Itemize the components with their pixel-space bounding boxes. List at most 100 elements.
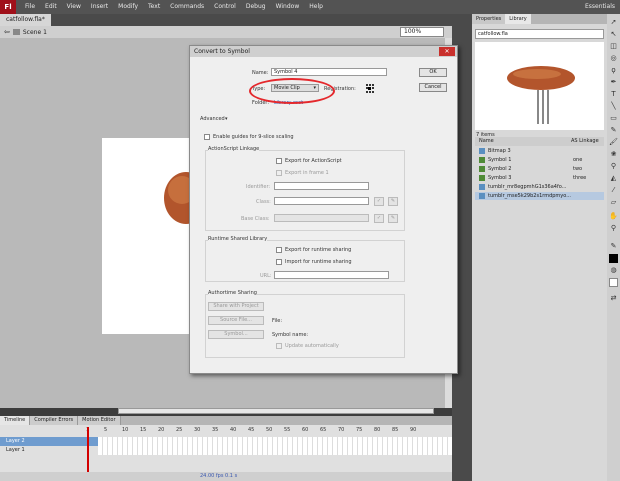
export-runtime-checkbox[interactable] — [276, 247, 282, 253]
menu-file[interactable]: File — [20, 0, 40, 14]
ruler-mark: 90 — [410, 427, 417, 433]
url-input[interactable] — [274, 271, 389, 279]
swap-colors-icon[interactable]: ⇄ — [609, 294, 618, 303]
eraser-tool-icon[interactable]: ▱ — [609, 198, 618, 207]
library-file-select[interactable]: catfollow.fla — [475, 29, 604, 39]
zoom-select[interactable]: 100% — [400, 27, 444, 37]
brush-tool-icon[interactable]: 🖌 — [609, 138, 618, 147]
base-class-input[interactable] — [274, 214, 369, 222]
menu-commands[interactable]: Commands — [165, 0, 209, 14]
ruler-mark: 80 — [374, 427, 381, 433]
eyedropper-tool-icon[interactable]: ⁄ — [609, 186, 618, 195]
library-item[interactable]: Symbol 3 three — [475, 174, 604, 182]
chevron-down-icon[interactable]: ▾ — [225, 116, 228, 122]
transform-tool-icon[interactable]: ◫ — [609, 42, 618, 51]
library-item[interactable]: Symbol 2 two — [475, 165, 604, 173]
registration-grid[interactable] — [365, 83, 375, 93]
rectangle-tool-icon[interactable]: ▭ — [609, 114, 618, 123]
line-tool-icon[interactable]: ╲ — [609, 102, 618, 111]
frame-ruler[interactable]: 1 5 10 15 20 25 30 35 40 45 50 55 60 65 … — [84, 427, 452, 435]
authortime-title: Authortime Sharing — [208, 290, 257, 296]
menu-insert[interactable]: Insert — [86, 0, 113, 14]
workspace-switcher[interactable]: Essentials — [580, 0, 620, 14]
dialog-title: Convert to Symbol — [190, 46, 457, 57]
cancel-button[interactable]: Cancel — [419, 83, 447, 92]
url-label: URL: — [260, 273, 272, 279]
validate-class-icon[interactable]: ✓ — [374, 197, 384, 206]
import-runtime-checkbox[interactable] — [276, 259, 282, 265]
ruler-mark: 10 — [122, 427, 129, 433]
col-linkage[interactable]: AS Linkage — [571, 137, 599, 146]
paint-bucket-tool-icon[interactable]: ◭ — [609, 174, 618, 183]
validate-base-class-icon[interactable]: ✓ — [374, 214, 384, 223]
menu-view[interactable]: View — [62, 0, 86, 14]
identifier-input[interactable] — [274, 182, 369, 190]
fill-swatch[interactable] — [609, 278, 618, 287]
export-as-checkbox[interactable] — [276, 158, 282, 164]
stroke-color-icon[interactable]: ✎ — [609, 242, 618, 251]
close-icon[interactable]: ✕ — [439, 47, 455, 56]
deco-tool-icon[interactable]: ❀ — [609, 150, 618, 159]
ok-button[interactable]: OK — [419, 68, 447, 77]
advanced-toggle[interactable]: Advanced — [200, 116, 225, 122]
pen-tool-icon[interactable]: ✒ — [609, 78, 618, 87]
scene-icon — [12, 29, 20, 35]
ruler-mark: 60 — [302, 427, 309, 433]
share-project-button[interactable]: Share with Project — [208, 302, 264, 311]
import-runtime-label: Import for runtime sharing — [285, 259, 352, 265]
ruler-mark: 45 — [248, 427, 255, 433]
layer-row[interactable]: Layer 1 — [0, 446, 98, 455]
update-auto-checkbox[interactable] — [276, 343, 282, 349]
col-name[interactable]: Name — [475, 138, 494, 144]
library-item[interactable]: tumblr_mse5k29b2s1rmdpmyo... — [475, 192, 604, 200]
export-frame-checkbox[interactable] — [276, 170, 282, 176]
back-arrow-icon[interactable]: ⇦ — [4, 28, 10, 36]
text-tool-icon[interactable]: T — [609, 90, 618, 99]
menu-text[interactable]: Text — [143, 0, 165, 14]
library-item[interactable]: tumblr_mr8egpmhG1s36a4fo... — [475, 183, 604, 191]
edit-base-class-icon[interactable]: ✎ — [388, 214, 398, 223]
symbol-name-label: Symbol name: — [272, 332, 309, 338]
zoom-tool-icon[interactable]: ⚲ — [609, 224, 618, 233]
stroke-swatch[interactable] — [609, 254, 618, 263]
hand-tool-icon[interactable]: ✋ — [609, 212, 618, 221]
bone-tool-icon[interactable]: ⚲ — [609, 162, 618, 171]
library-item[interactable]: Bitmap 3 — [475, 147, 604, 155]
document-tab[interactable]: catfollow.fla* — [0, 14, 51, 26]
3d-rotate-tool-icon[interactable]: ◎ — [609, 54, 618, 63]
tab-compiler-errors[interactable]: Compiler Errors — [30, 416, 79, 425]
tools-panel: ➚ ↖ ◫ ◎ ϙ ✒ T ╲ ▭ ✎ 🖌 ❀ ⚲ ◭ ⁄ ▱ ✋ ⚲ ✎ ◍ … — [607, 14, 620, 481]
name-label: Name: — [252, 70, 269, 76]
lasso-tool-icon[interactable]: ϙ — [609, 66, 618, 75]
menu-help[interactable]: Help — [304, 0, 328, 14]
menu-debug[interactable]: Debug — [241, 0, 271, 14]
actionscript-title: ActionScript Linkage — [208, 146, 260, 152]
nine-slice-checkbox[interactable] — [204, 134, 210, 140]
layer-row[interactable]: Layer 2 — [0, 437, 98, 446]
ruler-mark: 15 — [140, 427, 147, 433]
pencil-tool-icon[interactable]: ✎ — [609, 126, 618, 135]
tab-properties[interactable]: Properties — [472, 14, 506, 24]
menu-control[interactable]: Control — [209, 0, 241, 14]
subselect-tool-icon[interactable]: ↖ — [609, 30, 618, 39]
menu-modify[interactable]: Modify — [113, 0, 143, 14]
source-file-button[interactable]: Source File... — [208, 316, 264, 325]
menu-edit[interactable]: Edit — [40, 0, 62, 14]
frame-row[interactable] — [98, 446, 452, 455]
menu-bar: Fl File Edit View Insert Modify Text Com… — [0, 0, 620, 14]
selection-tool-icon[interactable]: ➚ — [609, 18, 618, 27]
menu-window[interactable]: Window — [271, 0, 305, 14]
edit-class-icon[interactable]: ✎ — [388, 197, 398, 206]
tab-motion-editor[interactable]: Motion Editor — [78, 416, 121, 425]
fill-color-icon[interactable]: ◍ — [609, 266, 618, 275]
symbol-button[interactable]: Symbol... — [208, 330, 264, 339]
export-as-label: Export for ActionScript — [285, 158, 342, 164]
frame-row[interactable] — [98, 437, 452, 446]
tab-library[interactable]: Library — [505, 14, 531, 24]
class-input[interactable] — [274, 197, 369, 205]
export-runtime-label: Export for runtime sharing — [285, 247, 352, 253]
library-item[interactable]: Symbol 1 one — [475, 156, 604, 164]
tab-timeline[interactable]: Timeline — [0, 416, 31, 425]
stage-horizontal-scrollbar[interactable] — [118, 408, 434, 414]
symbol-name-input[interactable]: Symbol 4 — [271, 68, 387, 76]
